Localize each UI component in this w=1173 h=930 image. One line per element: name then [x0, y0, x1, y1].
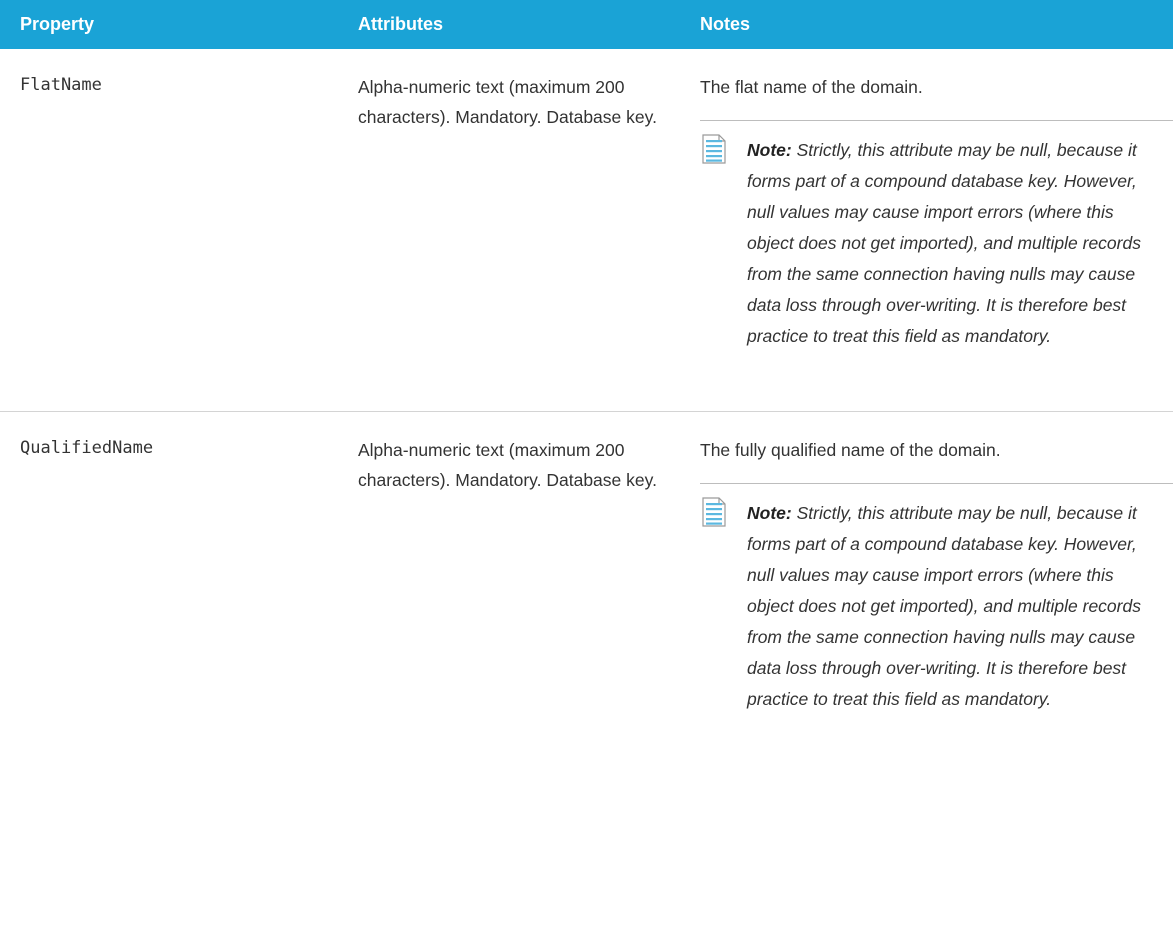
property-cell: QualifiedName — [20, 438, 154, 458]
note-label: Note: — [747, 503, 792, 523]
attributes-cell: Alpha-numeric text (maximum 200 characte… — [358, 440, 657, 490]
table-row: FlatName Alpha-numeric text (maximum 200… — [0, 49, 1173, 412]
property-cell: FlatName — [20, 75, 102, 95]
notes-cell: The fully qualified name of the domain. … — [687, 412, 1173, 728]
attributes-cell: Alpha-numeric text (maximum 200 characte… — [358, 77, 657, 127]
note-label: Note: — [747, 140, 792, 160]
properties-table: Property Attributes Notes FlatName Alpha… — [0, 0, 1173, 728]
header-notes: Notes — [700, 14, 751, 34]
note-text: Strictly, this attribute may be null, be… — [747, 140, 1141, 346]
notes-cell: The flat name of the domain. Note: Stric… — [687, 49, 1173, 411]
header-property: Property — [20, 14, 95, 34]
notes-description: The fully qualified name of the domain. — [700, 440, 1001, 460]
note-text: Strictly, this attribute may be null, be… — [747, 503, 1141, 709]
note-document-icon — [702, 497, 726, 527]
table-row: QualifiedName Alpha-numeric text (maximu… — [0, 412, 1173, 728]
notes-description: The flat name of the domain. — [700, 77, 923, 97]
note-document-icon — [702, 134, 726, 164]
note-callout: Note: Strictly, this attribute may be nu… — [700, 483, 1173, 715]
note-callout: Note: Strictly, this attribute may be nu… — [700, 120, 1173, 352]
table-header: Property Attributes Notes — [0, 0, 1173, 49]
header-attributes: Attributes — [358, 14, 443, 34]
